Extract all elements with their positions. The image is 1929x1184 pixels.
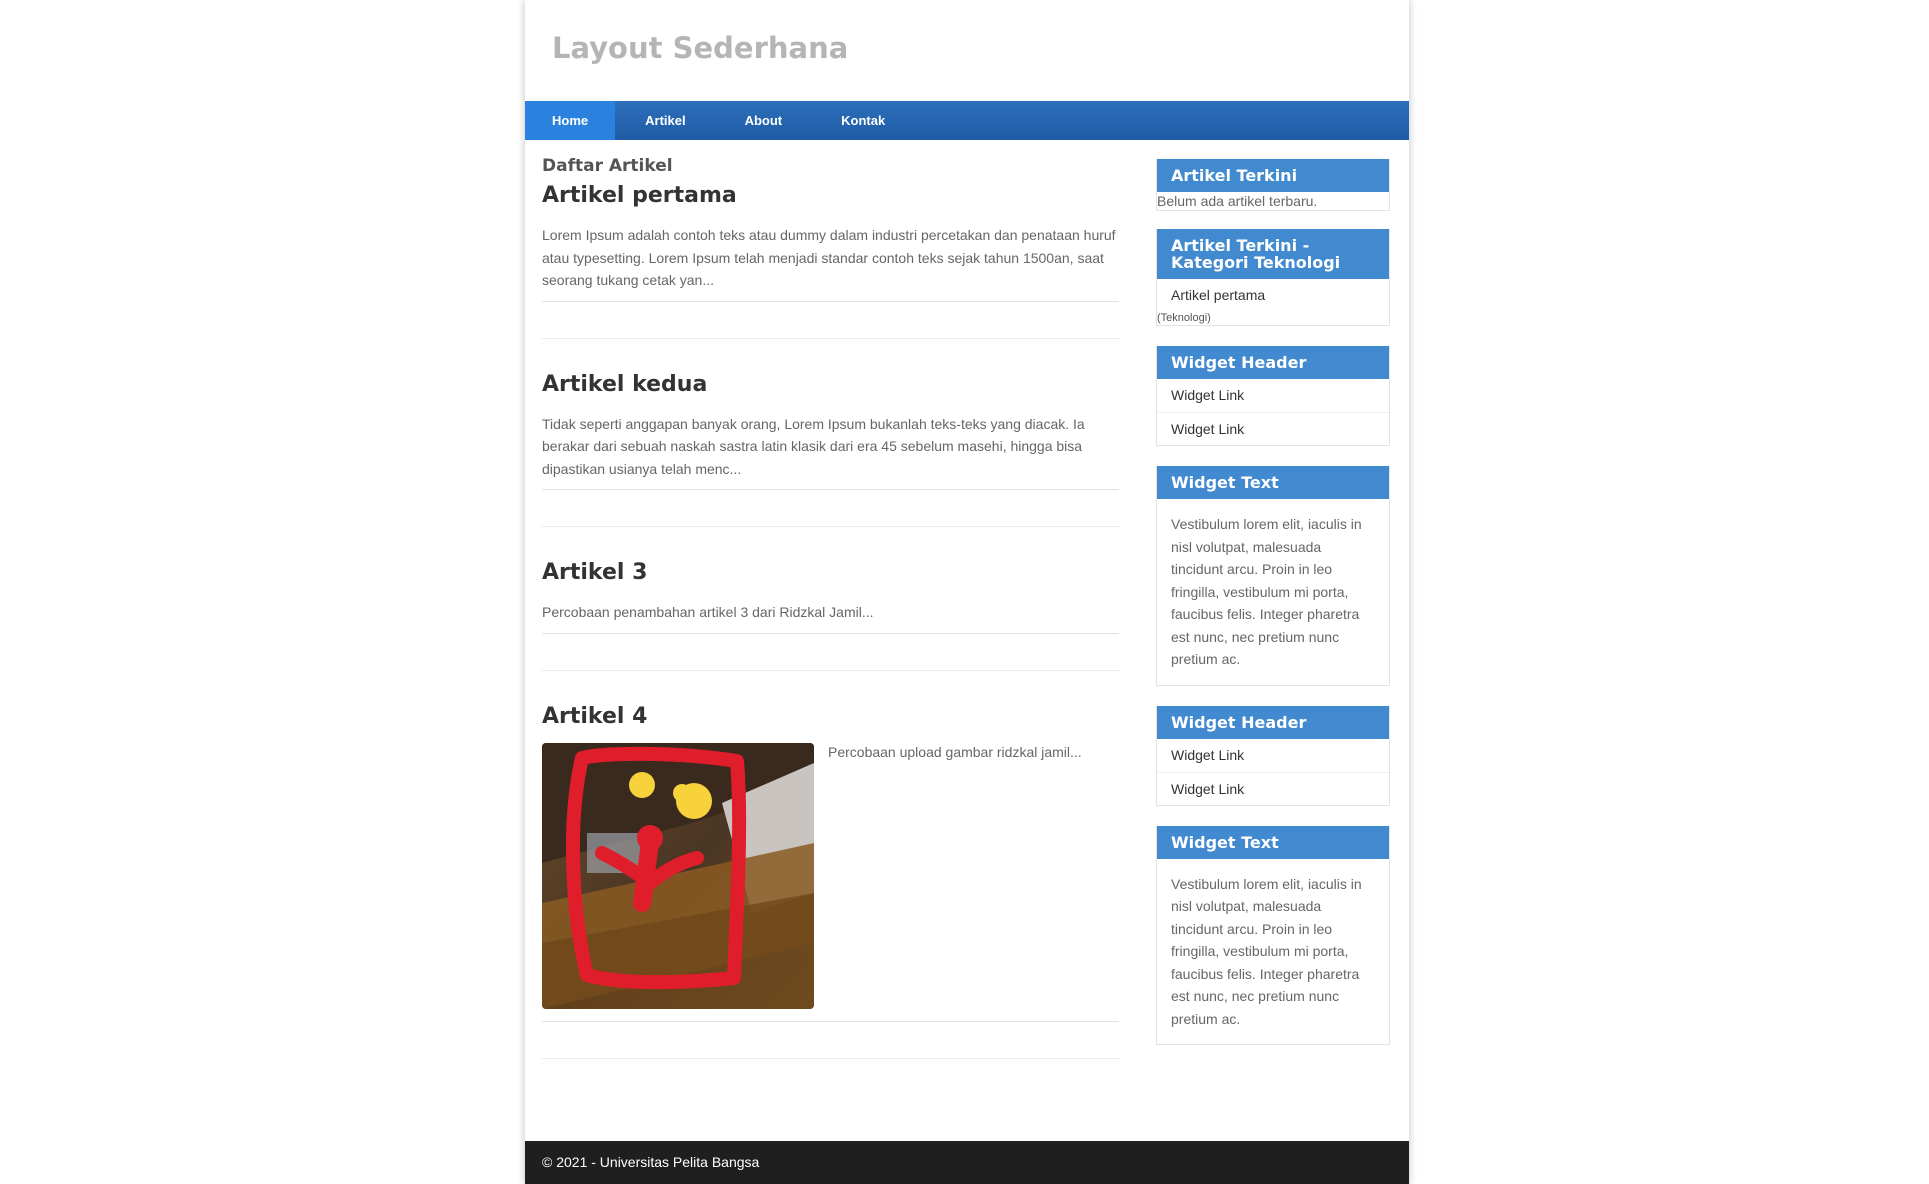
article-item: Artikel 4 Percobaan upload gambar ridzka… [542,704,1119,1059]
nav-home[interactable]: Home [525,101,616,140]
article-excerpt: Tidak seperti anggapan banyak orang, Lor… [542,415,1085,477]
widget-link[interactable]: Widget Link [1157,771,1389,805]
site-title[interactable]: Layout Sederhana [552,31,848,65]
sidebar: Artikel Terkini Belum ada artikel terbar… [1156,159,1390,1065]
widget-empty-text: Belum ada artikel terbaru. [1157,193,1318,209]
article-title[interactable]: Artikel 3 [542,560,1119,585]
article-thumbnail[interactable] [542,742,814,1009]
article-divider [542,337,1119,339]
article-image [542,742,814,1009]
nav-artikel[interactable]: Artikel [615,101,714,140]
widget-title: Artikel Terkini [1157,159,1389,192]
site-footer: © 2021 - Universitas Pelita Bangsa [525,1141,1409,1184]
article-excerpt: Lorem Ipsum adalah contoh teks atau dumm… [542,227,1116,288]
widget-title: Artikel Terkini - Kategori Teknologi [1157,229,1389,279]
article-list-heading: Daftar Artikel [542,156,673,176]
widget-link[interactable]: Widget Link [1157,739,1389,772]
widget-text-body: Vestibulum lorem elit, iaculis in nisl v… [1171,875,1362,1027]
article-item: Artikel pertama Lorem Ipsum adalah conto… [542,183,1119,339]
article-divider [542,1057,1119,1059]
widget-title: Widget Header [1157,346,1389,379]
nav-kontak[interactable]: Kontak [811,101,914,140]
main-content: Daftar Artikel Artikel pertama Lorem Ips… [542,140,1119,1059]
widget-text: Widget Text Vestibulum lorem elit, iacul… [1156,825,1390,1045]
page-container: Layout Sederhana Home Artikel About Kont… [525,0,1409,1184]
category-label: (Teknologi) [1157,312,1211,324]
article-excerpt: Percobaan upload gambar ridzkal jamil... [828,743,1082,760]
widget-link[interactable]: Widget Link [1157,412,1389,445]
widget-title: Widget Text [1157,825,1389,859]
nav-about[interactable]: About [715,101,812,140]
widget-links: Widget Header Widget Link Widget Link [1156,705,1390,806]
article-title[interactable]: Artikel pertama [542,183,1119,208]
main-nav: Home Artikel About Kontak [525,101,1409,140]
article-item: Artikel 3 Percobaan penambahan artikel 3… [542,560,1119,671]
article-title[interactable]: Artikel kedua [542,372,1119,397]
site-header: Layout Sederhana [525,0,1409,101]
article-divider [542,669,1119,671]
widget-recent-articles: Artikel Terkini Belum ada artikel terbar… [1156,159,1390,211]
article-item: Artikel kedua Tidak seperti anggapan ban… [542,372,1119,527]
article-divider [542,300,1119,302]
widget-text: Widget Text Vestibulum lorem elit, iacul… [1156,466,1390,686]
widget-title: Widget Header [1157,705,1389,739]
widget-link[interactable]: Widget Link [1157,379,1389,412]
widget-links: Widget Header Widget Link Widget Link [1156,346,1390,446]
article-divider [542,632,1119,634]
widget-title: Widget Text [1157,466,1389,499]
article-excerpt: Percobaan penambahan artikel 3 dari Ridz… [542,604,874,620]
widget-tech-articles: Artikel Terkini - Kategori Teknologi Art… [1156,229,1390,326]
footer-copyright: © 2021 - Universitas Pelita Bangsa [542,1154,760,1170]
widget-text-body: Vestibulum lorem elit, iaculis in nisl v… [1171,516,1362,667]
article-divider [542,489,1119,490]
article-title[interactable]: Artikel 4 [542,704,1119,729]
widget-link[interactable]: Artikel pertama [1157,279,1389,312]
article-divider [542,526,1119,527]
